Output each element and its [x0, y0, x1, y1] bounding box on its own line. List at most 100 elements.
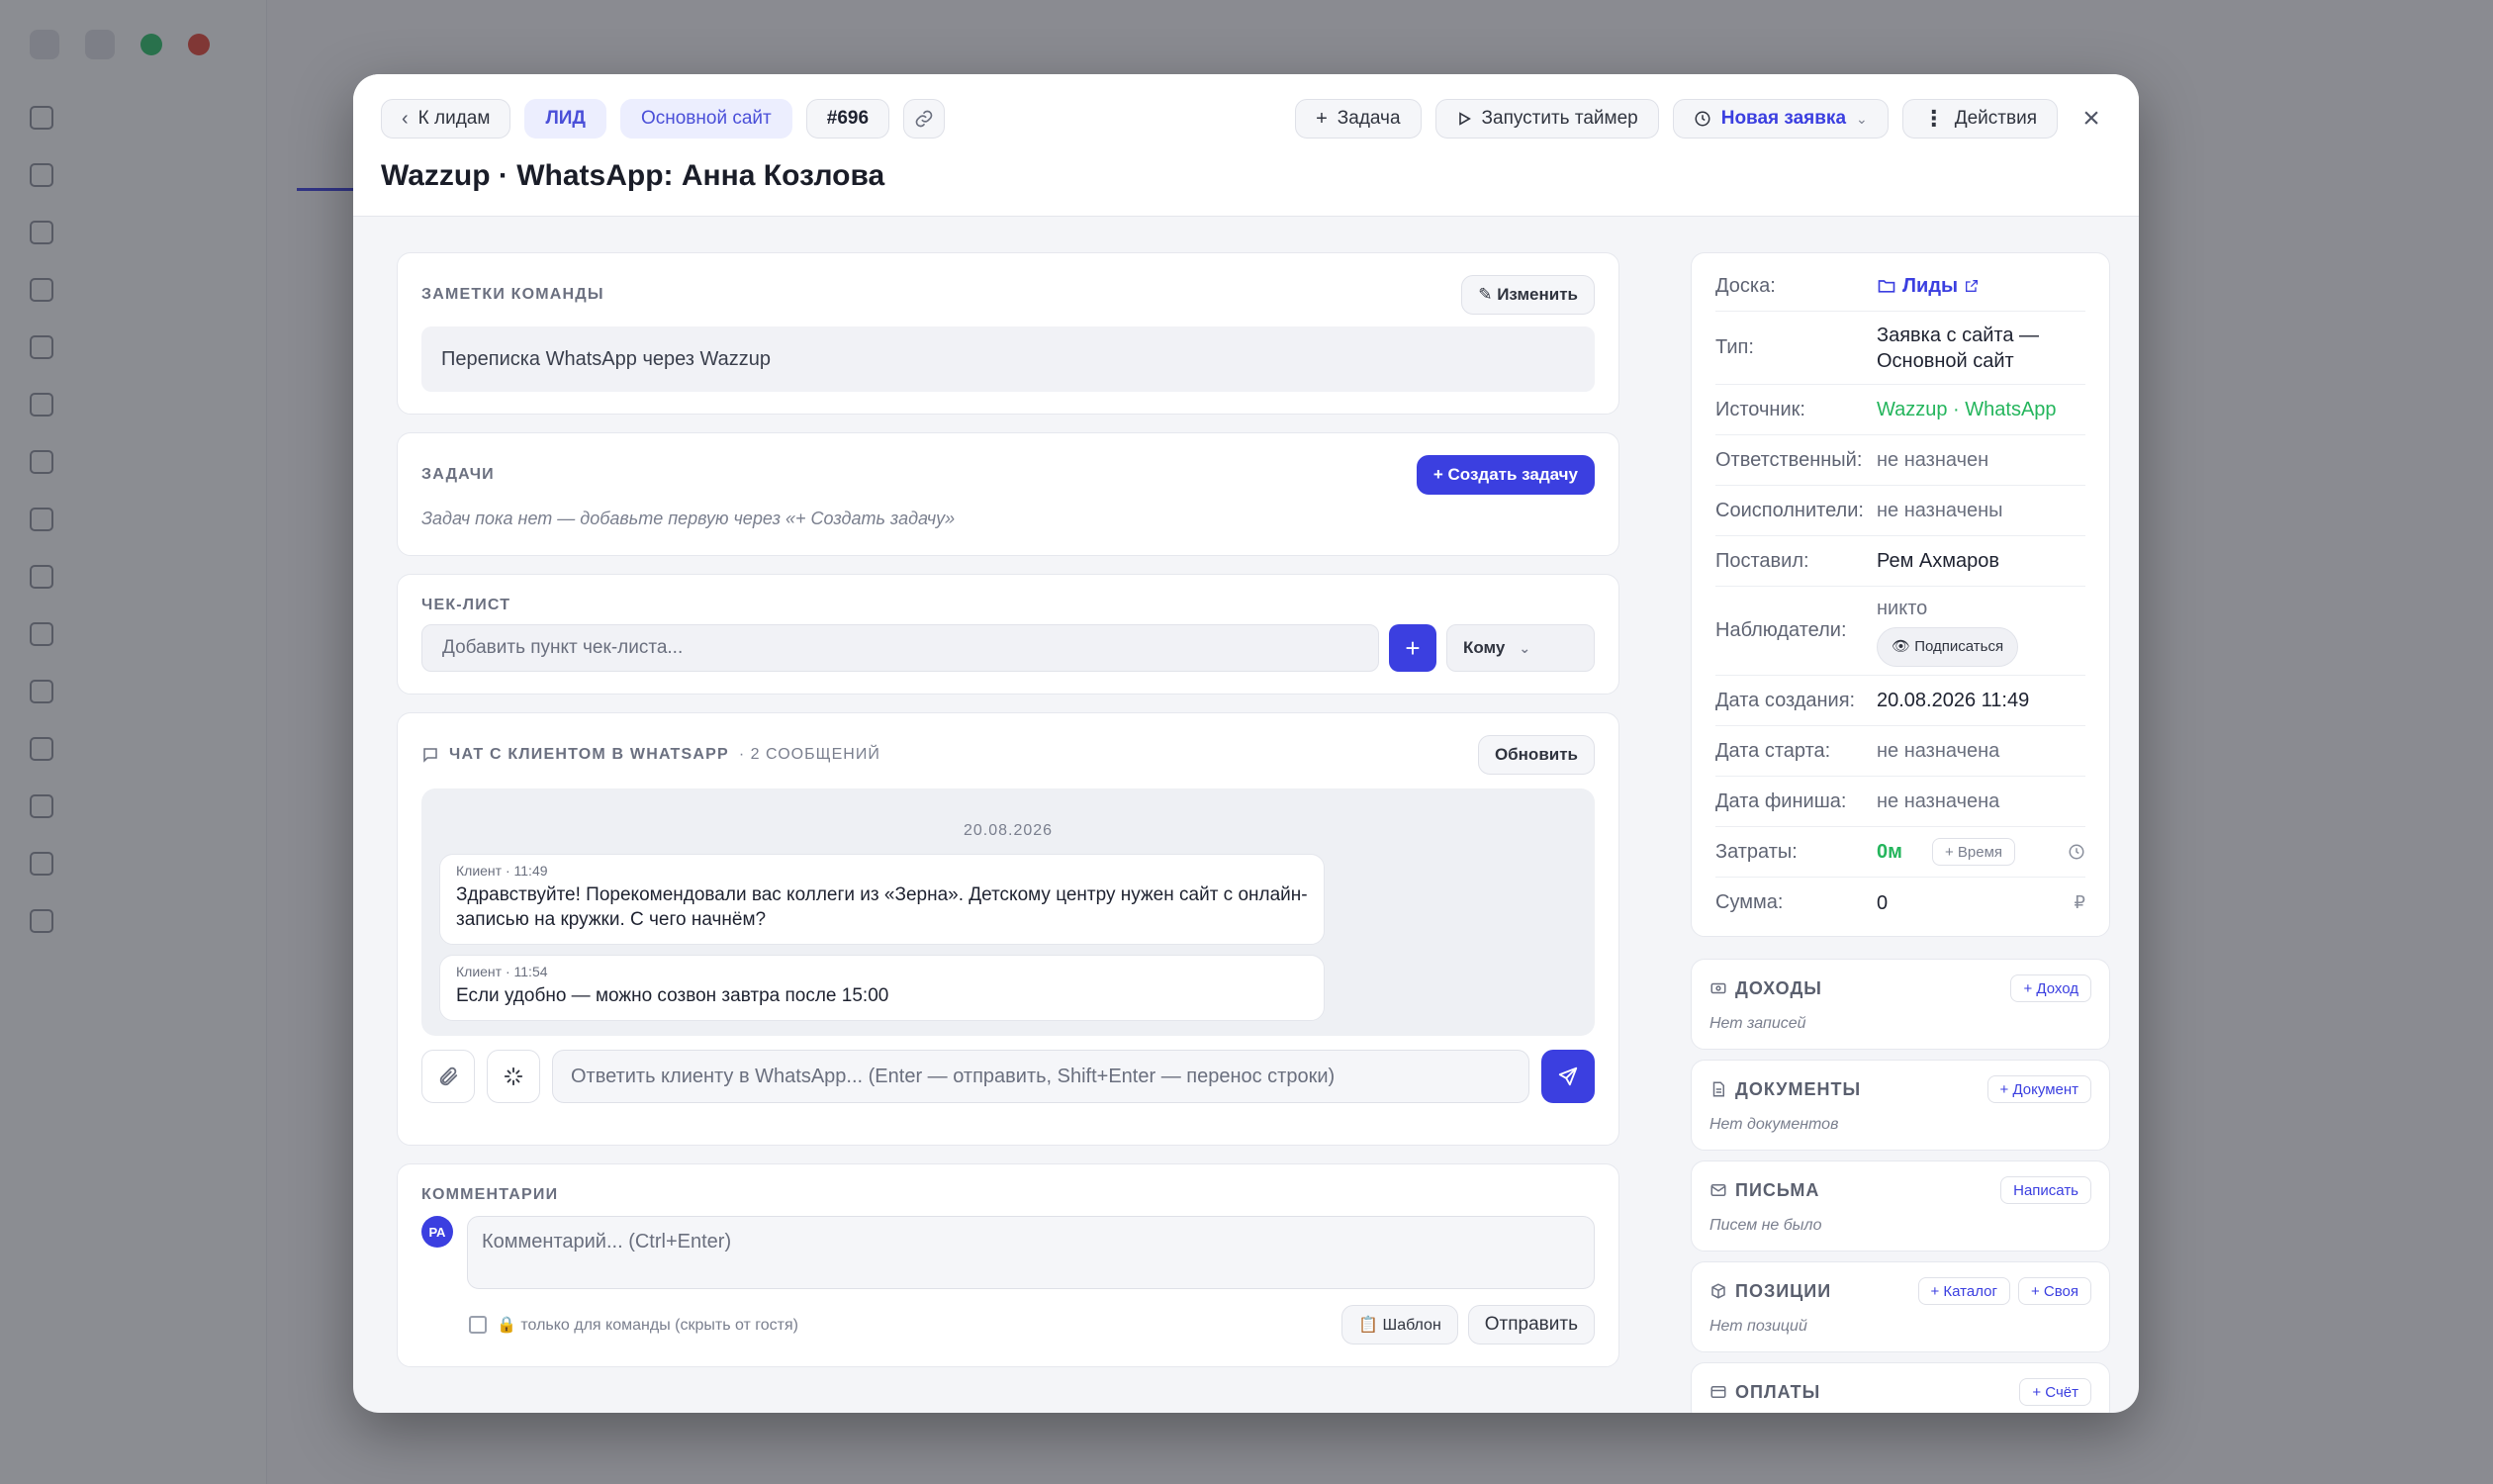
add-time-button[interactable]: + Время: [1932, 838, 2016, 866]
assignee-select[interactable]: Кому ⌄: [1446, 624, 1595, 672]
page-title: Wazzup · WhatsApp: Анна Козлова: [381, 159, 885, 192]
type-label: Тип:: [1715, 336, 1754, 358]
created-row: Дата создания: 20.08.2026 11:49: [1715, 676, 2085, 726]
cost-row: Затраты: 0м + Время: [1715, 827, 2085, 878]
sum-row: Сумма: 0 ₽: [1715, 878, 2085, 928]
chevron-down-icon: ⌄: [1519, 639, 1531, 656]
author-label: Поставил:: [1715, 549, 1809, 572]
start-timer-button[interactable]: Запустить таймер: [1434, 99, 1659, 139]
whatsapp-reply-input[interactable]: Ответить клиенту в WhatsApp... (Enter — …: [552, 1050, 1529, 1103]
card-icon: [1710, 1386, 1726, 1398]
team-notes-card: ЗАМЕТКИ КОМАНДЫ ✎ Изменить Переписка Wha…: [397, 252, 1619, 415]
clock-icon[interactable]: [2068, 843, 2085, 861]
source-label: Источник:: [1715, 398, 1805, 420]
chevron-left-icon: ‹: [402, 107, 409, 130]
chevron-down-icon: ⌄: [1856, 110, 1868, 127]
add-document-button[interactable]: + Документ: [1986, 1075, 2091, 1103]
status-label: Новая заявка: [1720, 108, 1847, 129]
coexecutors-label: Соисполнители:: [1715, 499, 1864, 521]
comments-card: КОММЕНТАРИИ РА Комментарий... (Ctrl+Ente…: [397, 1163, 1619, 1367]
coexecutors-row[interactable]: Соисполнители: не назначены: [1715, 486, 2085, 536]
send-reply-button[interactable]: [1541, 1050, 1595, 1103]
source-value: Wazzup · WhatsApp: [1877, 399, 2057, 420]
chat-message: Клиент · 11:49 Здравствуйте! Порекомендо…: [439, 854, 1325, 945]
tasks-empty-text: Задач пока нет — добавьте первую через «…: [421, 509, 956, 528]
edit-notes-button[interactable]: ✎ Изменить: [1461, 275, 1595, 315]
created-value: 20.08.2026 11:49: [1877, 690, 2030, 711]
letters-section: ПИСЬМА Написать Писем не было: [1691, 1160, 2110, 1252]
add-invoice-button[interactable]: + Счёт: [2019, 1378, 2091, 1406]
owner-label: Ответственный:: [1715, 448, 1863, 471]
money-icon: [1710, 982, 1726, 994]
close-modal-button[interactable]: ×: [2072, 99, 2111, 139]
comment-input[interactable]: Комментарий... (Ctrl+Enter): [467, 1216, 1595, 1289]
positions-section: ПОЗИЦИИ + Каталог + Своя Нет позиций: [1691, 1261, 2110, 1352]
back-to-leads-button[interactable]: ‹ К лидам: [381, 99, 511, 139]
comments-title: КОММЕНТАРИИ: [421, 1186, 559, 1203]
sum-value[interactable]: 0: [1877, 890, 2075, 916]
status-select[interactable]: Новая заявка ⌄: [1672, 99, 1889, 139]
folder-icon: [1878, 280, 1895, 293]
add-checklist-item-button[interactable]: +: [1389, 624, 1436, 672]
add-catalog-position-button[interactable]: + Каталог: [1917, 1277, 2010, 1305]
chat-title: ЧАТ С КЛИЕНТОМ В WHATSAPP: [449, 746, 729, 763]
send-comment-button[interactable]: Отправить: [1467, 1305, 1595, 1345]
lead-id-badge[interactable]: #696: [805, 99, 890, 139]
add-income-button[interactable]: + Доход: [2010, 974, 2091, 1002]
payments-section: ОПЛАТЫ + Счёт: [1691, 1362, 2110, 1413]
tasks-card: ЗАДАЧИ + Создать задачу Задач пока нет —…: [397, 432, 1619, 556]
refresh-chat-button[interactable]: Обновить: [1477, 735, 1595, 775]
cost-value: 0м: [1877, 841, 1902, 863]
box-icon: [1711, 1283, 1725, 1299]
create-task-button[interactable]: + Создать задачу: [1416, 455, 1595, 495]
author-row: Поставил: Рем Ахмаров: [1715, 536, 2085, 587]
documents-empty: Нет документов: [1709, 1116, 1839, 1133]
mail-icon: [1710, 1184, 1726, 1196]
coexecutors-value[interactable]: не назначены: [1877, 498, 2003, 523]
letters-empty: Писем не было: [1709, 1217, 1822, 1234]
chat-date: 20.08.2026: [963, 822, 1054, 839]
add-custom-position-button[interactable]: + Своя: [2017, 1277, 2091, 1305]
add-task-button[interactable]: + Задача: [1295, 99, 1422, 139]
notes-text: Переписка WhatsApp через Wazzup: [421, 326, 1595, 392]
income-title: ДОХОДЫ: [1735, 977, 1822, 998]
team-only-checkbox[interactable]: [469, 1316, 487, 1334]
letters-title: ПИСЬМА: [1735, 1179, 1820, 1200]
whatsapp-chat-card: ЧАТ С КЛИЕНТОМ В WHATSAPP · 2 СООБЩЕНИЙ …: [397, 712, 1619, 1146]
template-button[interactable]: 📋 Шаблон: [1341, 1305, 1458, 1345]
paperclip-icon: [439, 1067, 458, 1086]
assignee-label: Кому: [1463, 638, 1506, 657]
checklist-input[interactable]: Добавить пункт чек-листа...: [421, 624, 1379, 672]
message-text: Если удобно — можно созвон завтра после …: [456, 985, 889, 1006]
checklist-card: ЧЕК-ЛИСТ Добавить пункт чек-листа... + К…: [397, 574, 1619, 695]
owner-row[interactable]: Ответственный: не назначен: [1715, 435, 2085, 486]
copy-link-button[interactable]: [903, 99, 946, 139]
header-toolbar: ‹ К лидам ЛИД Основной сайт #696 + Задач…: [381, 98, 2111, 139]
clock-icon: [1695, 111, 1710, 127]
document-icon: [1712, 1081, 1724, 1097]
finish-date-label: Дата финиша:: [1715, 789, 1847, 812]
attach-file-button[interactable]: [421, 1050, 475, 1103]
ai-assist-button[interactable]: [487, 1050, 540, 1103]
finish-date-value[interactable]: не назначена: [1877, 788, 1999, 814]
income-empty: Нет записей: [1709, 1015, 1806, 1032]
start-date-row[interactable]: Дата старта: не назначена: [1715, 726, 2085, 777]
watchers-row: Наблюдатели: никто 👁 Подписаться: [1715, 587, 2085, 676]
details-column: Доска: Лиды Тип: Заявка с сайта — Основн…: [1691, 252, 2110, 1413]
documents-title: ДОКУМЕНТЫ: [1735, 1078, 1862, 1099]
write-letter-button[interactable]: Написать: [2000, 1176, 2091, 1204]
actions-button[interactable]: ⋮ Действия: [1901, 99, 2058, 139]
board-row: Доска: Лиды: [1715, 261, 2085, 312]
plus-icon: +: [1316, 107, 1328, 130]
task-label: Задача: [1337, 108, 1401, 129]
watchers-label: Наблюдатели:: [1715, 619, 1847, 641]
lead-modal: ‹ К лидам ЛИД Основной сайт #696 + Задач…: [353, 74, 2139, 1413]
subscribe-button[interactable]: 👁 Подписаться: [1877, 626, 2019, 667]
type-row: Тип: Заявка с сайта — Основной сайт: [1715, 312, 2085, 385]
start-date-value[interactable]: не назначена: [1877, 738, 1999, 764]
finish-date-row[interactable]: Дата финиша: не назначена: [1715, 777, 2085, 827]
positions-empty: Нет позиций: [1709, 1318, 1807, 1335]
owner-value[interactable]: не назначен: [1877, 447, 1988, 473]
currency-label: ₽: [2074, 892, 2085, 912]
board-link[interactable]: Лиды: [1877, 273, 1980, 299]
